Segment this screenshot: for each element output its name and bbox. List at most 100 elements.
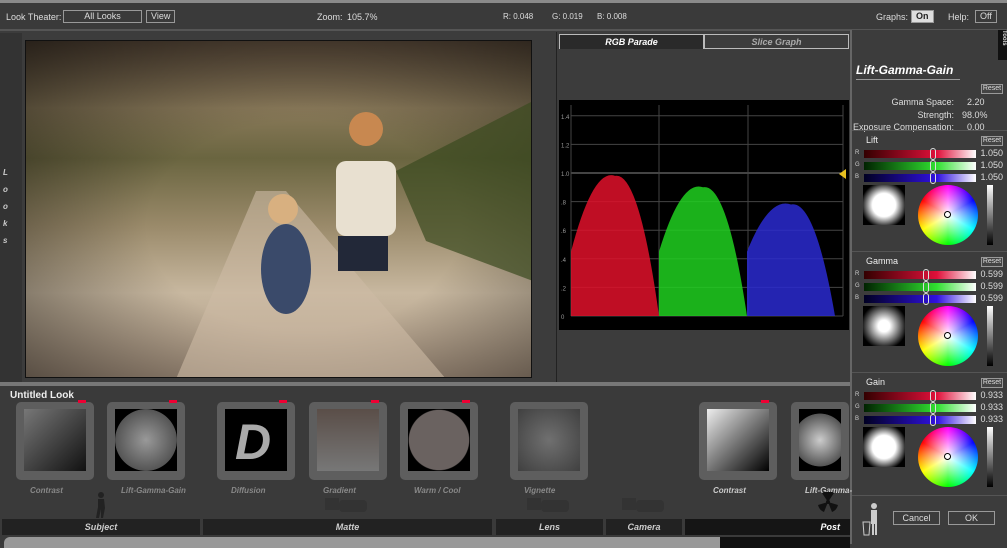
slider-thumb[interactable] <box>922 269 929 281</box>
girl-head <box>268 194 298 224</box>
y-tick-label: 1.2 <box>561 143 570 149</box>
gain-b-slider[interactable] <box>864 414 976 426</box>
tile-label: Lift-Gamma-Gain <box>121 486 186 495</box>
gamma-b-value[interactable]: 0.599 <box>980 293 1003 303</box>
channel-label: B <box>855 174 860 180</box>
gamma-b-slider[interactable] <box>864 293 976 305</box>
image-preview[interactable] <box>25 40 532 378</box>
slider-thumb[interactable] <box>930 148 937 160</box>
lift-g-slider[interactable] <box>864 160 976 172</box>
gain-g-value[interactable]: 0.933 <box>980 402 1003 412</box>
slider-thumb[interactable] <box>930 390 937 402</box>
gain-b-value[interactable]: 0.933 <box>980 414 1003 424</box>
lift-gamma-gain-panel: Tools Lift-Gamma-Gain Reset Gamma Space:… <box>850 30 1007 544</box>
y-tick-label: .2 <box>561 286 567 292</box>
slider-thumb[interactable] <box>922 293 929 305</box>
boy-head <box>349 112 383 146</box>
ok-button[interactable]: OK <box>948 511 995 525</box>
slider-thumb[interactable] <box>930 160 937 172</box>
tile-thumbnail <box>518 409 580 471</box>
channel-label: B <box>855 416 860 422</box>
look-tile[interactable] <box>791 402 849 480</box>
lift-color-wheel[interactable] <box>918 185 978 245</box>
lift-b-value[interactable]: 1.050 <box>980 172 1003 182</box>
channel-label: R <box>855 392 860 398</box>
slider-thumb[interactable] <box>930 402 937 414</box>
look-tile[interactable] <box>309 400 387 480</box>
gain-r-value[interactable]: 0.933 <box>980 390 1003 400</box>
pixel-g: G: 0.019 <box>552 12 583 21</box>
lift-luma-slider[interactable] <box>987 185 993 245</box>
reset-button[interactable]: Reset <box>981 84 1003 94</box>
remove-tile-icon[interactable] <box>279 400 287 403</box>
category-lens[interactable]: Lens <box>496 519 603 535</box>
wheel-handle[interactable] <box>944 453 951 460</box>
tab-slice-graph[interactable]: Slice Graph <box>704 34 849 49</box>
gamma-color-wheel[interactable] <box>918 306 978 366</box>
white-point-marker-icon[interactable] <box>839 169 846 179</box>
gamma-reset-button[interactable]: Reset <box>981 257 1003 267</box>
gain-r-slider[interactable] <box>864 390 976 402</box>
look-tile[interactable] <box>699 400 777 480</box>
y-tick-label: .8 <box>561 201 567 207</box>
category-subject[interactable]: Subject <box>2 519 200 535</box>
scrollbar-track[interactable] <box>720 537 850 548</box>
trash-icon[interactable] <box>862 502 882 536</box>
gamma-space-value[interactable]: 2.20 <box>967 97 985 107</box>
remove-tile-icon[interactable] <box>371 400 379 403</box>
look-tile[interactable]: D <box>217 400 295 480</box>
remove-tile-icon[interactable] <box>462 400 470 403</box>
gamma-r-slider[interactable] <box>864 269 976 281</box>
category-matte[interactable]: Matte <box>203 519 492 535</box>
gain-luma-slider[interactable] <box>987 427 993 487</box>
wheel-handle[interactable] <box>944 332 951 339</box>
slider-thumb[interactable] <box>930 172 937 184</box>
gamma-g-value[interactable]: 0.599 <box>980 281 1003 291</box>
tools-tab[interactable]: Tools <box>998 30 1007 60</box>
tile-thumbnail <box>707 409 769 471</box>
camera-icon <box>622 498 664 512</box>
category-camera[interactable]: Camera <box>606 519 682 535</box>
green-channel-waveform <box>659 186 747 316</box>
look-tile[interactable] <box>16 400 94 480</box>
remove-tile-icon[interactable] <box>761 400 769 403</box>
tile-thumbnail <box>24 409 86 471</box>
red-channel-waveform <box>571 175 659 316</box>
category-post[interactable]: Post <box>685 519 850 535</box>
gamma-r-value[interactable]: 0.599 <box>980 269 1003 279</box>
gain-reset-button[interactable]: Reset <box>981 378 1003 388</box>
remove-tile-icon[interactable] <box>169 400 177 403</box>
looks-letter: o <box>3 185 8 194</box>
lift-b-slider[interactable] <box>864 172 976 184</box>
look-theater-dropdown[interactable]: All Looks <box>63 10 142 23</box>
looks-letter: k <box>3 219 8 228</box>
strength-value[interactable]: 98.0% <box>962 110 988 120</box>
gamma-luma-slider[interactable] <box>987 306 993 366</box>
lens-camera-icon <box>527 498 569 512</box>
look-tile[interactable] <box>400 400 478 480</box>
cancel-button[interactable]: Cancel <box>893 511 940 525</box>
wheel-handle[interactable] <box>944 211 951 218</box>
radiation-icon <box>818 492 838 512</box>
look-tile[interactable] <box>107 400 185 480</box>
remove-tile-icon[interactable] <box>78 400 86 403</box>
view-button[interactable]: View <box>146 10 176 23</box>
lift-r-slider[interactable] <box>864 148 976 160</box>
horizontal-scrollbar[interactable] <box>4 537 724 548</box>
tab-rgb-parade[interactable]: RGB Parade <box>559 34 704 49</box>
graphs-toggle[interactable]: On <box>911 10 934 23</box>
child-girl <box>261 224 311 314</box>
looks-drawer-tab[interactable]: L o o k s <box>0 33 22 383</box>
gain-color-wheel[interactable] <box>918 427 978 487</box>
lift-g-value[interactable]: 1.050 <box>980 160 1003 170</box>
y-tick-label: .4 <box>561 258 567 264</box>
help-toggle[interactable]: Off <box>975 10 997 23</box>
lift-reset-button[interactable]: Reset <box>981 136 1003 146</box>
slider-thumb[interactable] <box>930 414 937 426</box>
look-tile[interactable] <box>510 402 588 480</box>
gamma-g-slider[interactable] <box>864 281 976 293</box>
top-toolbar: Look Theater: All Looks View Zoom: 105.7… <box>0 0 1007 31</box>
lift-r-value[interactable]: 1.050 <box>980 148 1003 158</box>
slider-thumb[interactable] <box>922 281 929 293</box>
gain-g-slider[interactable] <box>864 402 976 414</box>
